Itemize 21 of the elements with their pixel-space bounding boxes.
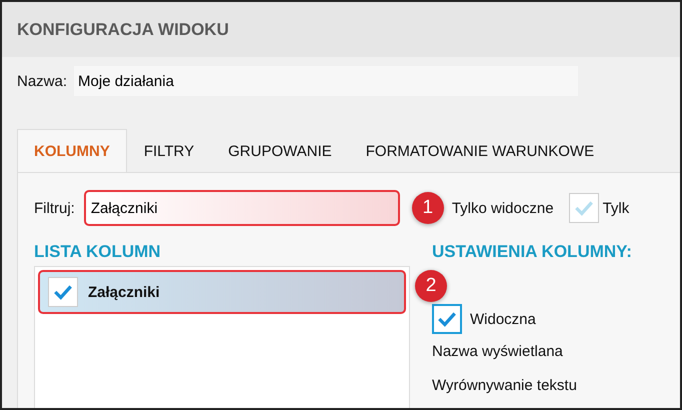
checkbox-label: Widoczna [470,310,536,328]
checkbox[interactable] [48,277,78,307]
name-field[interactable]: Moje działania [74,66,578,96]
setting-label: Wyrównywanie tekstu [432,377,578,394]
window-title: KONFIGURACJA WIDOKU [17,20,229,40]
tab[interactable]: GRUPOWANIE [211,129,349,172]
option-label: Tylk [602,200,630,216]
tab[interactable]: FORMATOWANIE WARUNKOWE [348,129,612,172]
filter-label: Filtruj: [34,200,75,216]
option-label: Tylko widoczne [452,200,554,216]
name-label: Nazwa: [17,72,68,90]
checkbox[interactable] [432,304,462,334]
setting-label: Nazwa wyświetlana [432,343,564,360]
column-list-item[interactable]: Załączniki [38,270,406,314]
section-heading: LISTA KOLUMN [34,242,162,262]
tab[interactable]: FILTRY [126,129,212,172]
callout-badge: 1 [412,192,444,224]
section-heading: USTAWIENIA KOLUMNY: [432,242,632,262]
column-name: Załączniki [88,284,160,300]
filter-field[interactable]: Załączniki [84,190,400,226]
callout-badge: 2 [415,270,447,302]
